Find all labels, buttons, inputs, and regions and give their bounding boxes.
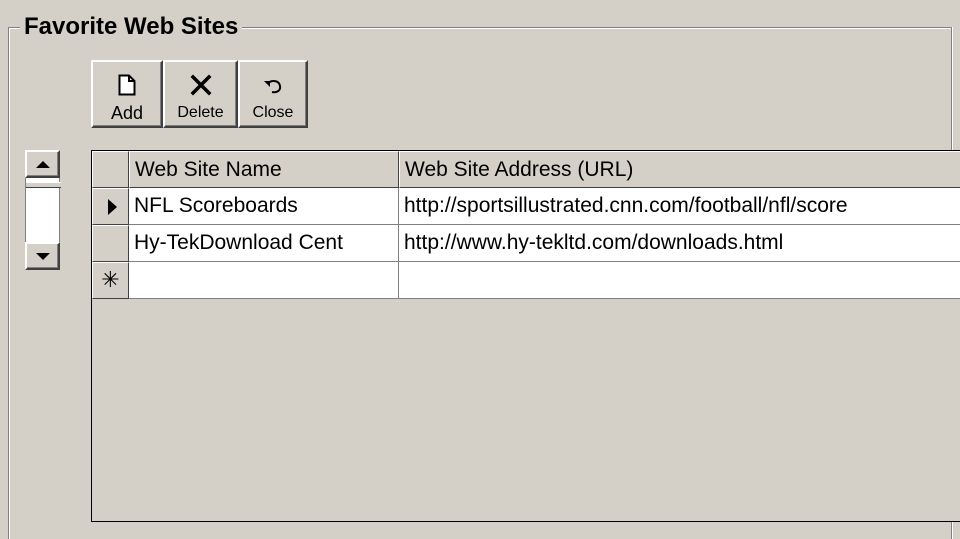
- group-title: Favorite Web Sites: [20, 12, 243, 42]
- new-record-star-icon: ✳: [101, 268, 120, 293]
- site-url-cell[interactable]: [399, 262, 960, 299]
- table-row: Hy-TekDownload Cent http://www.hy-tekltd…: [92, 225, 960, 262]
- site-url-cell[interactable]: http://sportsillustrated.cnn.com/footbal…: [399, 188, 960, 225]
- table-row: NFL Scoreboards http://sportsillustrated…: [92, 188, 960, 225]
- new-record-row: ✳: [92, 262, 960, 299]
- scroll-thumb[interactable]: [26, 182, 61, 188]
- close-button[interactable]: Close: [238, 60, 308, 128]
- add-button[interactable]: Add: [91, 60, 163, 128]
- record-scrollbar[interactable]: [25, 150, 61, 270]
- column-header-name[interactable]: Web Site Name: [129, 151, 399, 188]
- datasheet-empty-area: [92, 299, 960, 521]
- new-page-icon: [93, 62, 161, 96]
- select-all-corner[interactable]: [92, 151, 129, 188]
- record-selector[interactable]: [92, 188, 129, 225]
- add-button-label: Add: [110, 103, 144, 123]
- delete-button[interactable]: Delete: [163, 60, 238, 128]
- header-row: Web Site Name Web Site Address (URL): [92, 151, 960, 188]
- down-arrow-icon: [35, 252, 50, 260]
- x-delete-icon: [165, 62, 236, 96]
- up-arrow-icon: [35, 160, 50, 168]
- site-url-cell[interactable]: http://www.hy-tekltd.com/downloads.html: [399, 225, 960, 262]
- current-record-arrow-icon: [108, 198, 117, 215]
- site-name-cell[interactable]: Hy-TekDownload Cent: [129, 225, 399, 262]
- websites-datasheet: Web Site Name Web Site Address (URL) NFL…: [91, 150, 960, 522]
- scroll-track[interactable]: [25, 178, 61, 242]
- close-button-label: Close: [252, 104, 294, 121]
- column-header-url[interactable]: Web Site Address (URL): [399, 151, 960, 188]
- record-selector[interactable]: ✳: [92, 262, 129, 299]
- toolbar: Add Delete Close: [91, 60, 308, 128]
- site-name-cell[interactable]: [129, 262, 399, 299]
- site-name-cell[interactable]: NFL Scoreboards: [129, 188, 399, 225]
- undo-arrow-icon: [240, 62, 306, 96]
- scroll-down-button[interactable]: [25, 242, 60, 270]
- record-selector[interactable]: [92, 225, 129, 262]
- scroll-up-button[interactable]: [25, 150, 60, 178]
- delete-button-label: Delete: [177, 104, 224, 121]
